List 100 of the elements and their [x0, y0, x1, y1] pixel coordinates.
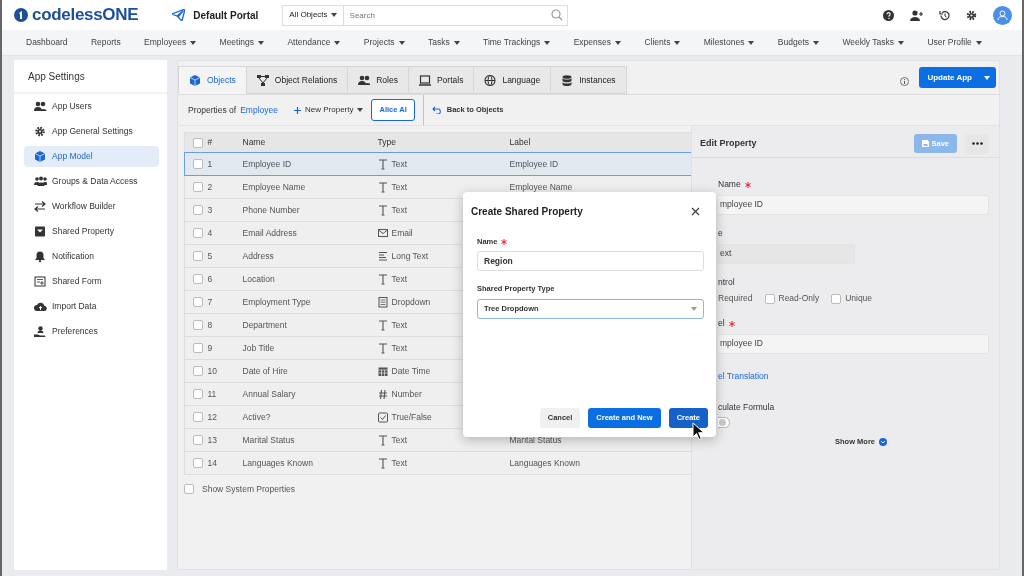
- menu-item[interactable]: Dashboard: [26, 36, 68, 49]
- table-cell: Department: [242, 319, 287, 330]
- sidebar-item[interactable]: Preferences: [24, 321, 159, 342]
- group-icon: [34, 176, 47, 187]
- checkbox[interactable]: [184, 484, 194, 495]
- table-cell: Text: [391, 318, 408, 332]
- menu-item[interactable]: Tasks: [427, 36, 460, 49]
- table-cell: Employee Name: [242, 181, 306, 192]
- row-checkbox[interactable]: [193, 343, 203, 354]
- row-checkbox[interactable]: [193, 159, 203, 170]
- portal-name[interactable]: Default Portal: [193, 7, 259, 23]
- row-checkbox[interactable]: [193, 320, 203, 331]
- checkbox-label: Unique: [845, 292, 873, 305]
- sidebar-item[interactable]: Workflow Builder: [24, 196, 159, 217]
- caret-icon: [398, 40, 405, 45]
- select-all-checkbox[interactable]: [193, 137, 203, 148]
- menu-item[interactable]: Weekly Tasks: [842, 36, 905, 49]
- add-user-icon[interactable]: [910, 9, 923, 21]
- floppy-icon: [922, 140, 930, 148]
- menu-item[interactable]: Milestones: [703, 36, 755, 49]
- row-checkbox[interactable]: [193, 182, 203, 193]
- sidebar-item[interactable]: Import Data: [24, 296, 159, 317]
- row-checkbox[interactable]: [193, 205, 203, 216]
- properties-label: Properties of: [188, 103, 237, 117]
- field-label: el: [718, 317, 989, 330]
- object-filter[interactable]: All Objects: [282, 4, 344, 26]
- sidebar-item[interactable]: App General Settings: [24, 121, 159, 142]
- row-checkbox[interactable]: [193, 389, 203, 400]
- checkbox[interactable]: [764, 293, 775, 304]
- caret-icon: [748, 40, 755, 45]
- input-field[interactable]: mployee ID: [718, 194, 989, 215]
- settings-icon[interactable]: [966, 9, 977, 21]
- menu-item[interactable]: Reports: [90, 36, 121, 49]
- toggle-switch[interactable]: [718, 417, 730, 429]
- close-icon[interactable]: [691, 206, 700, 216]
- text-type-icon: [377, 319, 388, 331]
- plus-icon: [294, 106, 301, 114]
- table-row[interactable]: 1 Employee ID Text Employee ID: [184, 152, 692, 176]
- table-cell: 13: [207, 434, 217, 445]
- table-cell: 9: [207, 342, 213, 353]
- text-type-icon: [377, 434, 388, 446]
- sidebar-item[interactable]: App Users: [24, 96, 159, 117]
- tab[interactable]: Portals: [407, 66, 475, 94]
- table-cell: 10: [207, 365, 217, 376]
- tab[interactable]: Language: [473, 66, 552, 94]
- object-link[interactable]: Employee: [240, 103, 278, 117]
- caret-icon: [691, 306, 697, 311]
- sidebar-item[interactable]: App Model: [24, 146, 159, 167]
- caret-icon: [615, 40, 622, 45]
- brand-name: codelessONE: [32, 4, 139, 27]
- menu-item[interactable]: Time Trackings: [483, 36, 551, 49]
- avatar-icon[interactable]: [993, 5, 1012, 25]
- sidebar-item[interactable]: Notification: [24, 246, 159, 267]
- row-checkbox[interactable]: [193, 251, 203, 262]
- table-cell: 6: [207, 273, 213, 284]
- menu-item[interactable]: Projects: [363, 36, 405, 49]
- menu-item[interactable]: Budgets: [777, 36, 819, 49]
- table-cell: 11: [207, 388, 217, 399]
- menu-item[interactable]: Attendance: [287, 36, 341, 49]
- update-app-button[interactable]: Update App: [919, 67, 996, 88]
- help-icon[interactable]: [883, 9, 894, 21]
- sidebar-item[interactable]: Shared Property: [24, 221, 159, 242]
- input-field[interactable]: mployee ID: [718, 333, 989, 354]
- row-checkbox[interactable]: [193, 297, 203, 308]
- search-field[interactable]: Search: [343, 4, 569, 26]
- info-icon[interactable]: [900, 77, 910, 86]
- translation-link[interactable]: el Translation: [718, 369, 769, 383]
- tab[interactable]: Object Relations: [245, 66, 349, 94]
- row-checkbox[interactable]: [193, 435, 203, 446]
- new-property-button[interactable]: New Property: [294, 104, 364, 116]
- input-field[interactable]: Region: [477, 251, 704, 272]
- sidebar-item[interactable]: Shared Form: [24, 271, 159, 292]
- tab[interactable]: Objects: [178, 66, 247, 94]
- caret-icon: [898, 40, 905, 45]
- menu-item[interactable]: User Profile: [927, 36, 982, 49]
- row-checkbox[interactable]: [193, 458, 203, 469]
- menu-item[interactable]: Clients: [644, 36, 681, 49]
- more-button[interactable]: [965, 133, 989, 154]
- field-label: culate Formula: [718, 400, 776, 414]
- row-checkbox[interactable]: [193, 274, 203, 285]
- row-checkbox[interactable]: [193, 412, 203, 423]
- tab[interactable]: Roles: [347, 66, 409, 94]
- row-checkbox[interactable]: [193, 228, 203, 239]
- checkbox[interactable]: [831, 293, 842, 304]
- menu-item[interactable]: Meetings: [219, 36, 265, 49]
- checkbox-icon: [377, 411, 388, 423]
- table-cell: Date Time: [391, 364, 431, 378]
- menu-item[interactable]: Expenses: [573, 36, 622, 49]
- sidebar-item[interactable]: Groups & Data Access: [24, 171, 159, 192]
- history-icon[interactable]: [939, 9, 950, 21]
- caret-icon: [544, 40, 551, 45]
- table-row[interactable]: 14 Languages Known Text Languages Known: [184, 451, 692, 475]
- menu-item[interactable]: Employees: [144, 36, 197, 49]
- cloud-upload-icon: [34, 301, 47, 312]
- tab[interactable]: Instances: [550, 66, 627, 94]
- caret-icon: [984, 75, 990, 80]
- table-cell: Employee Name: [509, 181, 573, 192]
- table-cell: Phone Number: [242, 204, 300, 215]
- row-checkbox[interactable]: [193, 366, 203, 377]
- caret-icon: [330, 13, 337, 17]
